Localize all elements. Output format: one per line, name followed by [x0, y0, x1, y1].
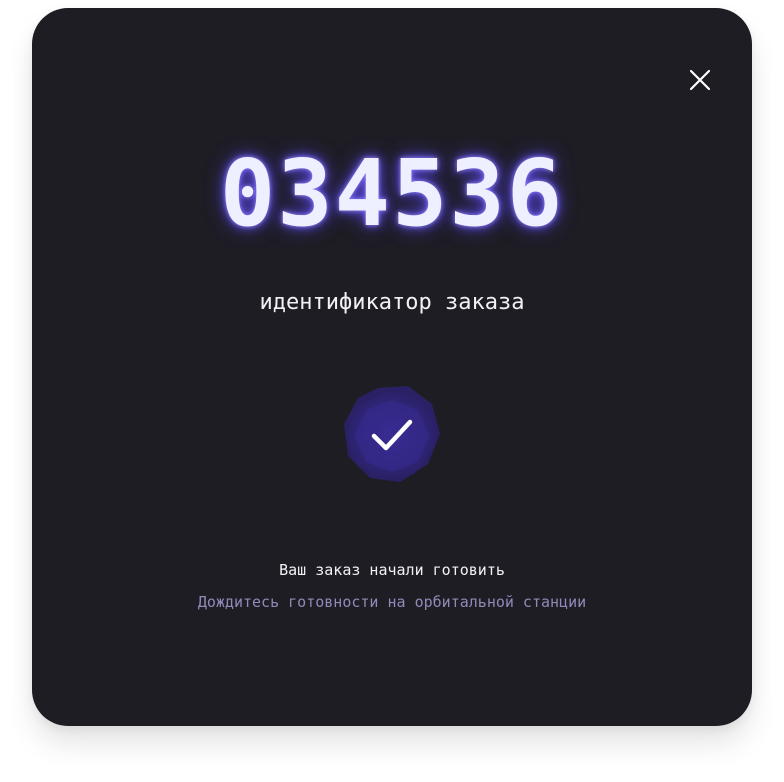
status-subtitle: Дождитесь готовности на орбитальной стан… — [197, 593, 587, 611]
close-button[interactable] — [684, 64, 716, 96]
order-caption: идентификатор заказа — [259, 290, 525, 315]
page-backdrop: 034536 идентификатор заказа Ваш заказ на… — [0, 0, 784, 782]
status-title: Ваш заказ начали готовить — [279, 561, 505, 579]
close-icon — [689, 69, 711, 91]
order-number: 034536 — [219, 140, 565, 247]
success-badge — [338, 380, 446, 488]
order-status-modal: 034536 идентификатор заказа Ваш заказ на… — [32, 8, 752, 726]
